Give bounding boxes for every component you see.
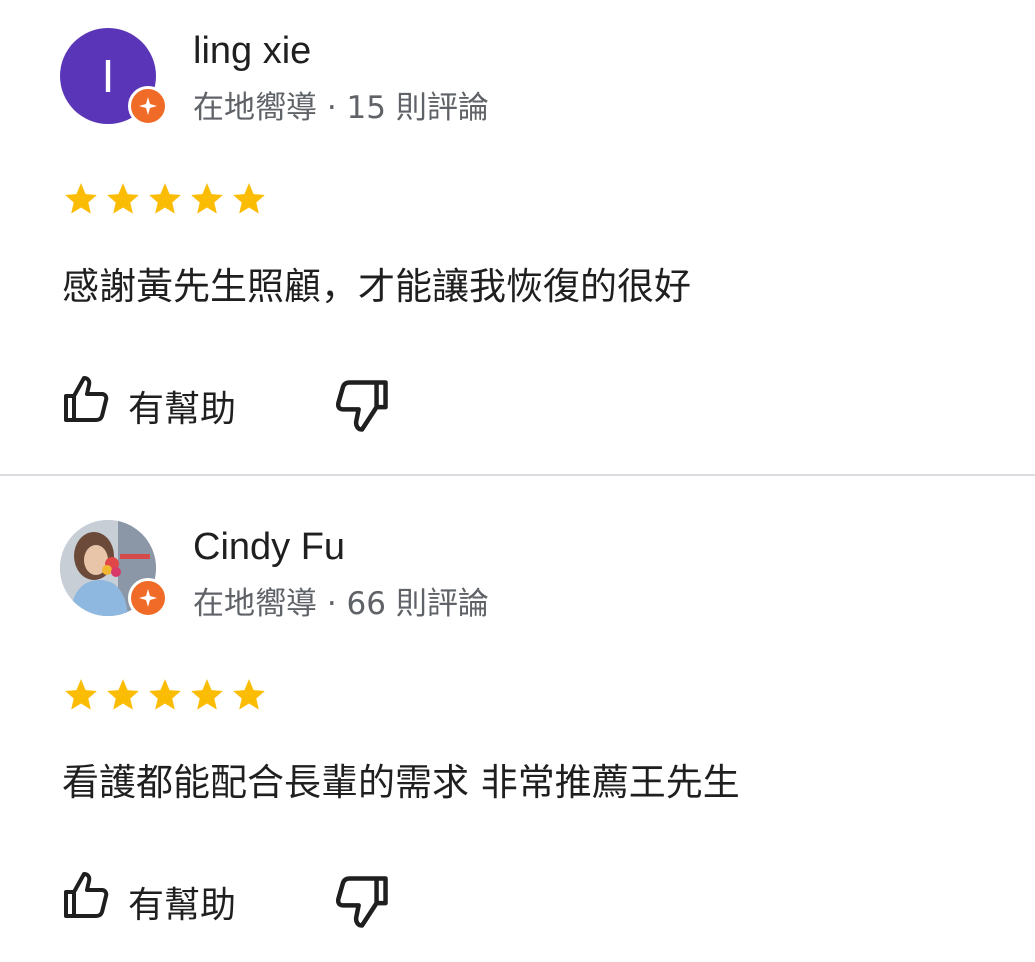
star-rating: [62, 180, 272, 220]
thumbs-up-icon: [64, 872, 109, 918]
author-name[interactable]: ling xie: [193, 30, 311, 73]
thumbs-down-icon[interactable]: [334, 874, 390, 930]
review-text: 看護都能配合長輩的需求 非常推薦王先生: [62, 761, 740, 804]
star-icon: [65, 183, 97, 214]
star-icon: [149, 679, 181, 710]
star-icon: [233, 679, 265, 710]
reviewer-meta: 在地嚮導 · 15 則評論: [193, 90, 489, 126]
review-card: Cindy Fu 在地嚮導 · 66 則評論 看護都能配合長輩的需求 非常推薦王…: [0, 476, 1035, 962]
thumbs-up-icon: [64, 376, 109, 422]
helpful-label: 有幫助: [128, 885, 237, 926]
star-rating: [62, 676, 272, 716]
review-card: I ling xie 在地嚮導 · 15 則評論 感謝黃先生照顧，才能讓我恢復的…: [0, 0, 1035, 474]
local-guide-badge-icon: [128, 86, 168, 126]
helpful-label: 有幫助: [128, 389, 237, 430]
author-name[interactable]: Cindy Fu: [193, 526, 345, 569]
star-icon: [107, 679, 139, 710]
star-icon: [233, 183, 265, 214]
star-icon: [191, 679, 223, 710]
star-icon: [191, 183, 223, 214]
star-icon: [149, 183, 181, 214]
reviewer-meta: 在地嚮導 · 66 則評論: [193, 586, 489, 622]
star-icon: [65, 679, 97, 710]
star-icon: [107, 183, 139, 214]
review-text: 感謝黃先生照顧，才能讓我恢復的很好: [62, 265, 691, 308]
local-guide-badge-icon: [128, 578, 168, 618]
thumbs-down-icon[interactable]: [334, 378, 390, 434]
